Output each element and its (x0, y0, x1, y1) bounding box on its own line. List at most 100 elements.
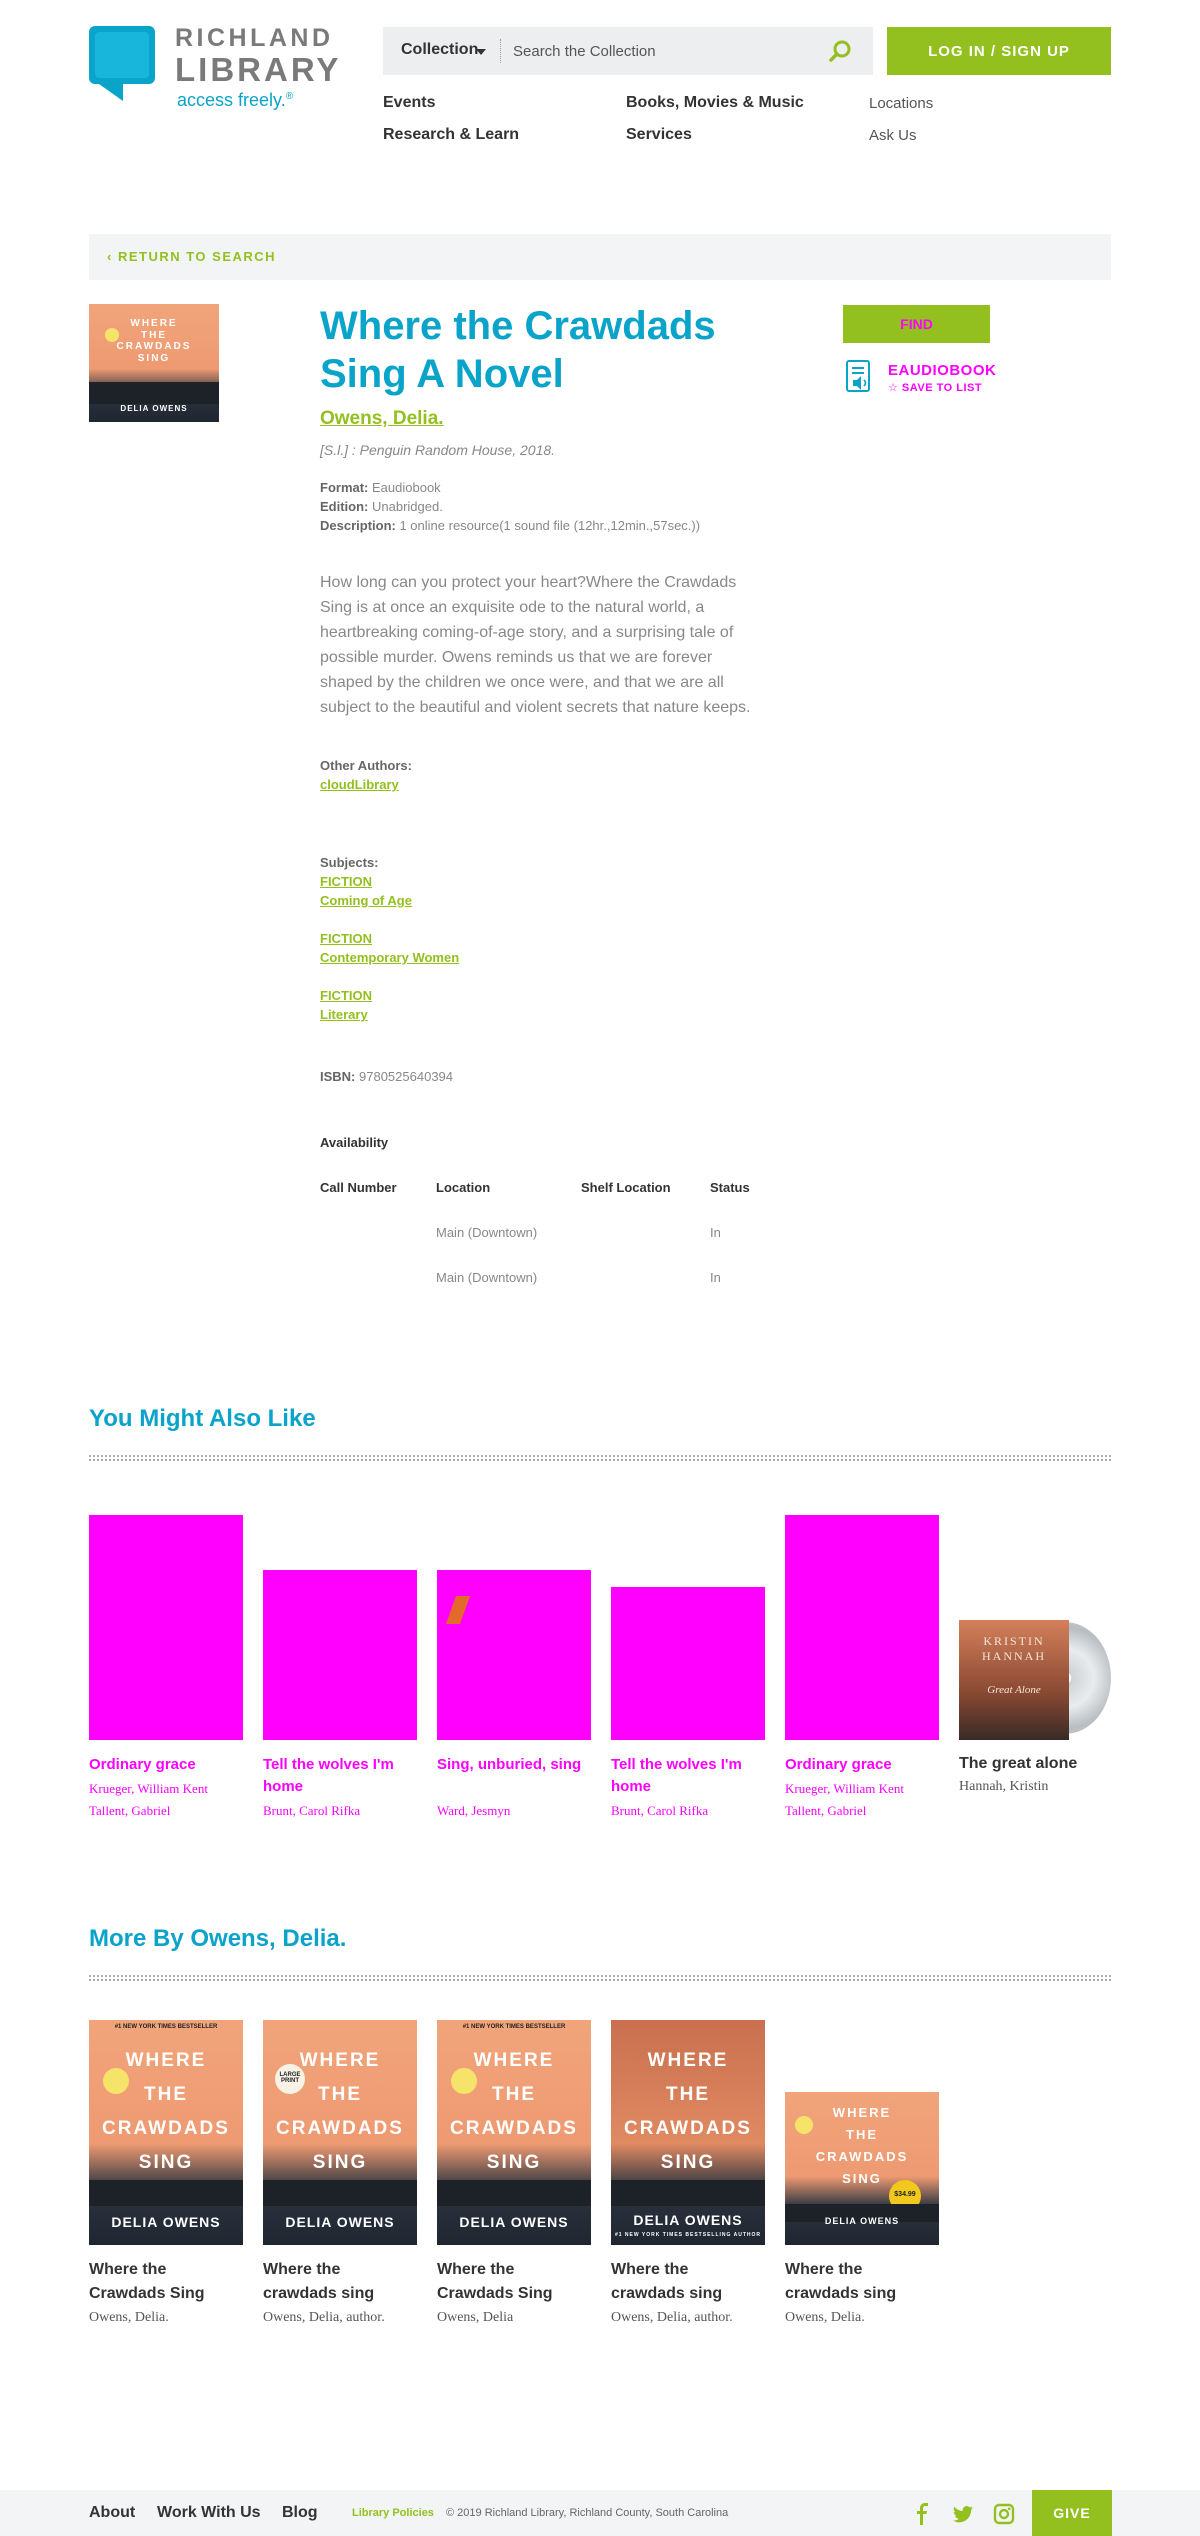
great-alone-title-text: Great Alone (987, 1684, 1041, 1696)
more-by-author-3: Owens, Delia (437, 2310, 514, 2325)
search-scope-select[interactable]: Collection (401, 41, 478, 59)
more-by-title-5[interactable]: Where the crawdads sing (785, 2258, 939, 2306)
also-like-cover-1[interactable] (89, 1515, 243, 1740)
also-like-author-3: Ward, Jesmyn (437, 1803, 511, 1818)
also-like-author-1: Krueger, William Kent Tallent, Gabriel (89, 1781, 208, 1818)
instagram-icon[interactable] (993, 2503, 1015, 2525)
cover-art: WHERE THE CRAWDADS SING $34.99 DELIA OWENS (785, 2092, 939, 2245)
nav-books-movies-music[interactable]: Books, Movies & Music (626, 94, 804, 112)
also-like-title-6[interactable]: The great alone (959, 1752, 1113, 1776)
subject-link-coming-of-age[interactable]: Coming of Age (320, 893, 412, 908)
also-like-title-1[interactable]: Ordinary grace (89, 1754, 243, 1776)
also-like-title-3[interactable]: Sing, unburied, sing (437, 1754, 591, 1776)
subject-link-contemporary-women[interactable]: Contemporary Women (320, 950, 459, 965)
site-logo[interactable]: RICHLAND LIBRARY access freely.® (89, 26, 349, 116)
subject-link-fiction[interactable]: FICTION (320, 874, 372, 889)
section-divider (89, 1455, 1111, 1461)
more-by-title-3[interactable]: Where the Crawdads Sing (437, 2258, 591, 2306)
find-button[interactable]: FIND (843, 305, 990, 343)
row1-status: In (710, 1225, 721, 1240)
more-by-cover-3[interactable]: #1 NEW YORK TIMES BESTSELLER WHERE THE CRA… (437, 2020, 591, 2245)
footer-about-link[interactable]: About (89, 2504, 135, 2522)
cover-art: #1 NEW YORK TIMES BESTSELLER WHERE THE CRA… (89, 2020, 243, 2245)
footer-policies-link[interactable]: Library Policies (352, 2507, 434, 2519)
nav-events[interactable]: Events (383, 94, 435, 112)
cover-author-text: DELIA OWENS (824, 2216, 900, 2226)
search-icon (829, 40, 851, 62)
also-like-cover-4[interactable] (611, 1587, 765, 1740)
cover-trees (437, 2180, 591, 2206)
record-description: Description: 1 online resource(1 sound f… (320, 518, 701, 533)
also-like-title-2[interactable]: Tell the wolves I'm home (263, 1754, 417, 1798)
cover-title-text: WHERE THE CRAWDADS SING (624, 2050, 752, 2173)
cover-trees (89, 2180, 243, 2206)
cover-fragment (445, 1596, 471, 1624)
more-by-cover-2[interactable]: LARGE PRINT WHERE THE CRAWDADS SING DELIA O… (263, 2020, 417, 2245)
search-input[interactable] (513, 35, 813, 67)
footer-blog-link[interactable]: Blog (282, 2504, 318, 2522)
also-like-author-2: Brunt, Carol Rifka (263, 1803, 361, 1818)
col-header-shelf-location: Shelf Location (581, 1180, 671, 1195)
cover-trees (611, 2180, 765, 2206)
record-title: Where the Crawdads Sing A Novel (320, 304, 716, 396)
more-by-heading: More By Owens, Delia. (89, 1925, 347, 1952)
cover-art: #1 NEW YORK TIMES BESTSELLER WHERE THE CRA… (437, 2020, 591, 2245)
more-by-author-5: Owens, Delia. (785, 2310, 865, 2325)
more-by-title-4[interactable]: Where the crawdads sing (611, 2258, 765, 2306)
cover-art: WHERE THE CRAWDADS SING DELIA OWENS (89, 304, 219, 422)
subject-link-fiction[interactable]: FICTION (320, 988, 372, 1003)
subject-link-fiction[interactable]: FICTION (320, 931, 372, 946)
also-like-title-5[interactable]: Ordinary grace (785, 1754, 939, 1776)
breadcrumb-bar: ‹ RETURN TO SEARCH (89, 234, 1111, 280)
cover-title-text: WHERE THE CRAWDADS SING (102, 2050, 230, 2173)
chevron-down-icon[interactable] (476, 49, 486, 55)
cover-author-text: DELIA OWENS (120, 404, 188, 413)
nav-research-learn[interactable]: Research & Learn (383, 126, 519, 144)
cover-art: WHERE THE CRAWDADS SING DELIA OWENS #1 NEW … (611, 2020, 765, 2245)
cover-title-text: WHERE THE CRAWDADS SING (815, 2105, 909, 2186)
cover-art: LARGE PRINT WHERE THE CRAWDADS SING DELIA O… (263, 2020, 417, 2245)
also-like-cover-6[interactable]: KRISTIN HANNAH Great Alone (959, 1620, 1113, 1740)
col-header-status: Status (710, 1180, 750, 1195)
cover-bottom-note: #1 NEW YORK TIMES BESTSELLING AUTHOR (614, 2232, 761, 2238)
search-button[interactable] (824, 36, 856, 66)
give-button[interactable]: GIVE (1032, 2490, 1112, 2536)
great-alone-author-text: KRISTIN HANNAH (982, 1634, 1046, 1663)
col-header-call-number: Call Number (320, 1180, 397, 1195)
record-summary: How long can you protect your heart?Wher… (320, 574, 751, 716)
more-by-title-1[interactable]: Where the Crawdads Sing (89, 2258, 243, 2306)
also-like-cover-5[interactable] (785, 1515, 939, 1740)
also-like-cover-2[interactable] (263, 1570, 417, 1740)
more-by-cover-4[interactable]: WHERE THE CRAWDADS SING DELIA OWENS #1 NEW … (611, 2020, 765, 2245)
cover-author-text: DELIA OWENS (633, 2212, 743, 2228)
cover-trees (263, 2180, 417, 2206)
more-by-cover-1[interactable]: #1 NEW YORK TIMES BESTSELLER WHERE THE CRA… (89, 2020, 243, 2245)
price-badge-text: $34.99 (894, 2191, 916, 2198)
also-like-title-4[interactable]: Tell the wolves I'm home (611, 1754, 765, 1798)
footer-work-link[interactable]: Work With Us (157, 2504, 261, 2522)
subject-link-literary[interactable]: Literary (320, 1007, 368, 1022)
other-author-link[interactable]: cloudLibrary (320, 777, 399, 792)
return-to-search-link[interactable]: ‹ RETURN TO SEARCH (107, 249, 276, 264)
more-by-cover-5[interactable]: WHERE THE CRAWDADS SING $34.99 DELIA OWENS (785, 2092, 939, 2245)
twitter-icon[interactable] (952, 2503, 974, 2525)
login-signup-button[interactable]: LOG IN / SIGN UP (887, 27, 1111, 75)
site-footer: About Work With Us Blog Library Policies… (0, 2490, 1200, 2536)
save-to-list-button[interactable]: ☆ SAVE TO LIST (888, 381, 982, 394)
format-badge-label: EAUDIOBOOK (888, 362, 997, 379)
nav-ask-us[interactable]: Ask Us (869, 127, 917, 144)
section-divider (89, 1975, 1111, 1981)
cover-title-text: WHERE THE CRAWDADS SING (276, 2050, 404, 2173)
more-by-title-2[interactable]: Where the crawdads sing (263, 2258, 417, 2306)
row1-location: Main (Downtown) (436, 1225, 538, 1240)
cover-banner-text: #1 NEW YORK TIMES BESTSELLER (462, 2024, 566, 2030)
record-author-link[interactable]: Owens, Delia. (320, 408, 444, 430)
search-bar: Collection (383, 27, 873, 75)
search-divider (500, 39, 501, 63)
record-cover-image: WHERE THE CRAWDADS SING DELIA OWENS (89, 304, 219, 422)
col-header-location: Location (436, 1180, 491, 1195)
facebook-icon[interactable] (912, 2503, 934, 2525)
nav-services[interactable]: Services (626, 126, 692, 144)
nav-locations[interactable]: Locations (869, 95, 933, 112)
also-like-cover-3[interactable] (437, 1570, 591, 1740)
